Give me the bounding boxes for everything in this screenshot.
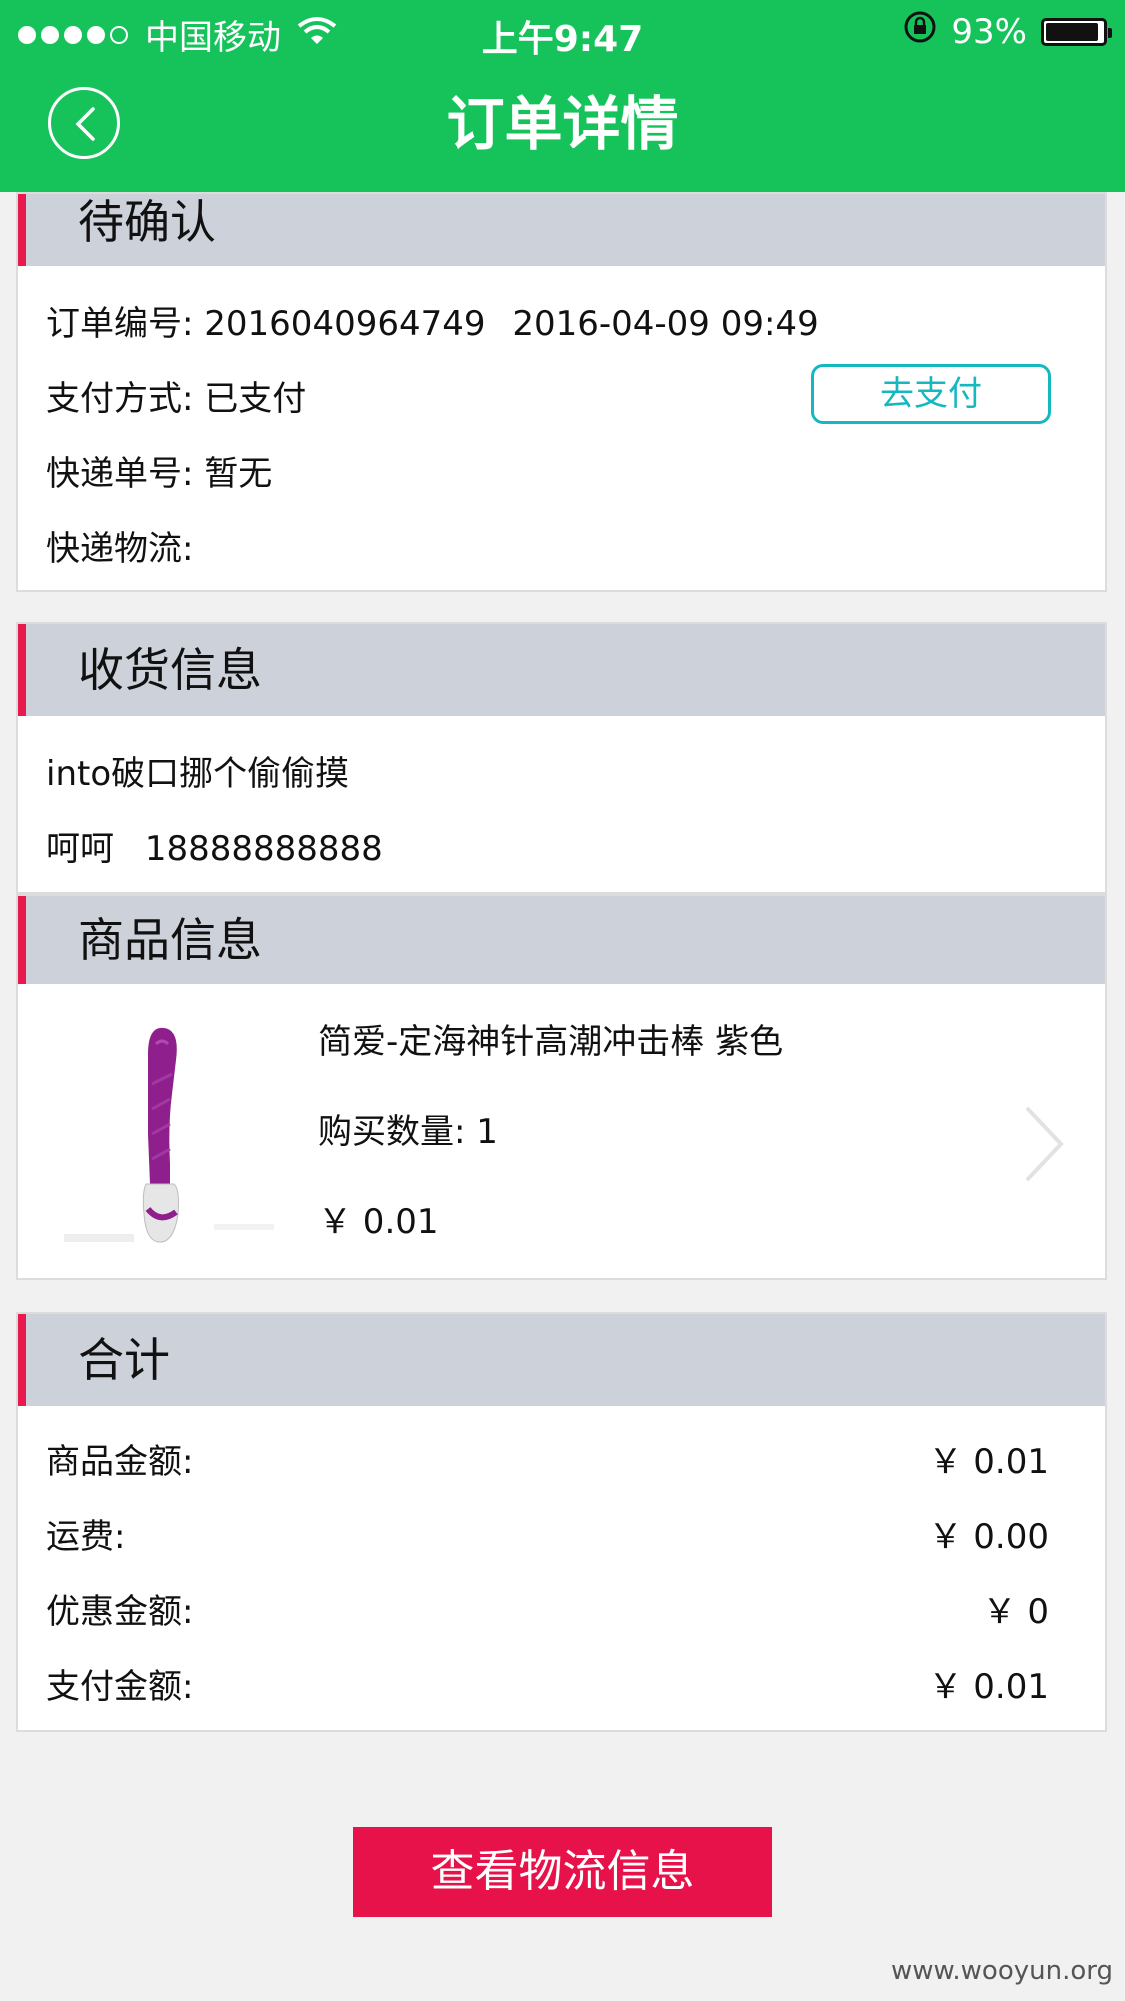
totals-title: 合计 [78,1333,170,1387]
tracking-number-value: 暂无 [204,454,273,494]
paid-amount-label: 支付金额: [46,1667,194,1707]
order-datetime: 2016-04-09 09:49 [512,304,819,344]
shipping-contact-row: 呵呵 18888888888 [46,825,383,873]
tracking-number-label: 快递单号: [46,454,194,494]
status-right: 93% [903,10,1112,53]
subtotal-label: 商品金额: [46,1442,194,1482]
order-number-row: 订单编号: 2016040964749 2016-04-09 09:49 [46,300,819,348]
quantity-label: 购买数量: [318,1112,466,1152]
product-quantity-row: 购买数量: 1 [318,1108,498,1156]
logistics-label: 快递物流: [46,529,194,569]
chevron-right-icon [1025,1106,1064,1182]
subtotal-value: ￥ 0.01 [928,1442,1049,1482]
quantity-value: 1 [476,1112,498,1152]
discount-label: 优惠金额: [46,1592,194,1632]
recipient-name: 呵呵 [46,829,114,869]
logistics-row: 快递物流: [46,525,193,573]
section-header-product: 商品信息 [18,896,1105,984]
payment-method-value: 已支付 [204,379,307,419]
section-header-totals: 合计 [18,1314,1105,1406]
battery-percentage: 93% [951,11,1027,52]
payment-method-row: 支付方式: 已支付 [46,375,306,423]
product-row[interactable]: 简爱-定海神针高潮冲击棒 紫色 购买数量: 1 ￥ 0.01 [18,984,1105,1280]
product-title: 商品信息 [78,913,262,967]
product-image [64,1027,274,1243]
section-header-shipping: 收货信息 [18,624,1105,716]
product-info-card: 商品信息 简爱-定海神针高潮冲击棒 紫色 购买数量: 1 ￥ 0.01 [16,894,1107,1280]
shipping-address: into破口挪个偷偷摸 [46,754,350,794]
shipping-fee-label: 运费: [46,1517,126,1557]
shipping-info-card: 收货信息 into破口挪个偷偷摸 呵呵 18888888888 [16,622,1107,894]
discount-value: ￥ 0 [982,1592,1049,1632]
order-number-label: 订单编号: [46,304,194,344]
nav-header: 中国移动 上午9:47 93% 订单详情 [0,0,1125,192]
shipping-title: 收货信息 [78,643,262,697]
rotation-lock-icon [903,10,937,53]
product-name: 简爱-定海神针高潮冲击棒 紫色 [318,1022,784,1062]
totals-card: 合计 商品金额: ￥ 0.01 运费: ￥ 0.00 优惠金额: ￥ 0 支付金… [16,1312,1107,1732]
order-status-title: 待确认 [78,195,216,249]
section-header-status: 待确认 [18,194,1105,266]
recipient-phone: 18888888888 [144,829,383,869]
watermark: www.wooyun.org [890,1956,1113,1986]
shipping-fee-value: ￥ 0.00 [928,1517,1049,1557]
status-bar: 中国移动 上午9:47 93% [0,0,1125,62]
pay-button[interactable]: 去支付 [811,364,1051,424]
tracking-number-row: 快递单号: 暂无 [46,450,272,498]
page-title: 订单详情 [446,90,679,158]
payment-method-label: 支付方式: [46,379,194,419]
battery-icon [1041,17,1112,46]
order-number-value: 2016040964749 [204,304,486,344]
view-logistics-button[interactable]: 查看物流信息 [353,1827,772,1917]
paid-amount-value: ￥ 0.01 [928,1667,1049,1707]
order-status-card: 待确认 订单编号: 2016040964749 2016-04-09 09:49… [16,192,1107,592]
product-price: ￥ 0.01 [318,1202,439,1242]
